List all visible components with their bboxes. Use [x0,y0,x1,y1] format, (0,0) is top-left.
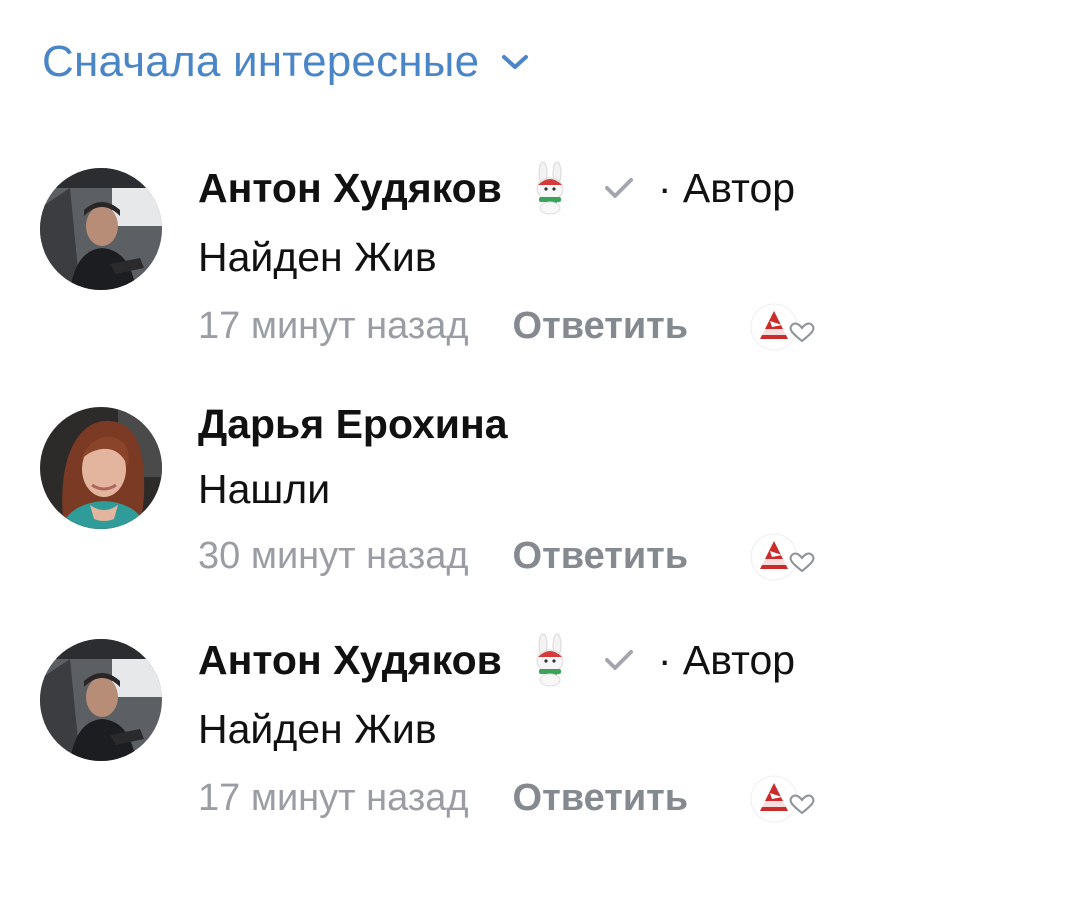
bunny-sticker-icon [530,633,570,687]
comment-timestamp: 30 минут назад [198,534,469,577]
comment-meta: 17 минут назад Ответить [198,299,820,353]
author-name[interactable]: Антон Худяков [198,637,502,684]
comment-item: Антон Худяков · Автор Найден Жив 17 мину… [0,0,1080,823]
comment-text: Найден Жив [198,706,437,752]
like-reaction-icon[interactable] [748,529,820,583]
reply-button[interactable]: Ответить [513,777,689,820]
reply-button[interactable]: Ответить [513,305,689,348]
comment-text: Найден Жив [198,234,437,280]
author-name[interactable]: Дарья Ерохина [198,401,508,448]
checkmark-icon [602,645,636,675]
like-reaction-icon[interactable] [748,299,820,353]
comment-meta: 17 минут назад Ответить [198,771,820,825]
author-badge: · Автор [657,636,796,683]
author-line: Дарья Ерохина [198,397,508,451]
comment-text: Нашли [198,466,331,512]
comment-timestamp: 17 минут назад [198,776,469,819]
avatar[interactable] [40,639,162,761]
author-line: Антон Худяков · Автор [198,633,795,687]
reply-button[interactable]: Ответить [513,535,689,578]
avatar[interactable] [40,407,162,529]
like-reaction-icon[interactable] [748,771,820,825]
comment-timestamp: 17 минут назад [198,304,469,347]
comment-meta: 30 минут назад Ответить [198,529,820,583]
